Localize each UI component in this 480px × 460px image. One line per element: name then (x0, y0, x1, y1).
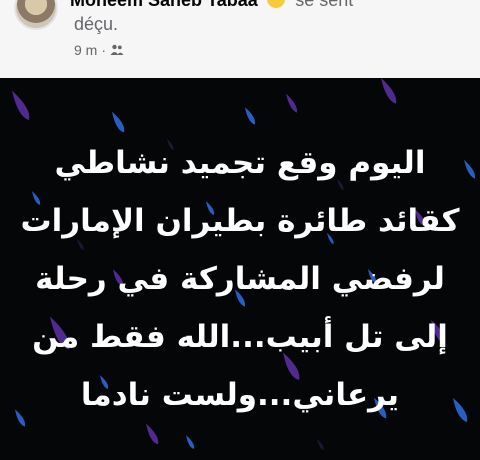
feeling-value: déçu. (74, 14, 119, 34)
text-line: إلى تل أبيب...الله فقط من (32, 319, 448, 355)
feeling-text: se sent (295, 0, 354, 10)
disappointed-face-icon (267, 0, 286, 8)
text-line: لرفضي المشاركة في رحلة (35, 261, 445, 297)
post-timestamp[interactable]: 9 m (74, 42, 97, 58)
author-name[interactable]: Moneem Saheb Tabaa (70, 0, 258, 10)
post-header: Moneem Saheb Tabaa se sent déçu. 9 m · (0, 0, 480, 78)
post-meta: 9 m · (74, 42, 124, 58)
text-line: اليوم وقع تجميد نشاطي (54, 145, 426, 181)
friends-icon[interactable] (110, 44, 124, 56)
author-avatar[interactable] (14, 0, 58, 30)
text-line: كقائد طائرة بطيران الإمارات (20, 203, 460, 239)
post-image[interactable]: اليوم وقع تجميد نشاطي كقائد طائرة بطيران… (0, 78, 480, 460)
text-line: يرعاني...ولست نادما (80, 377, 400, 413)
post-image-text: اليوم وقع تجميد نشاطي كقائد طائرة بطيران… (20, 134, 460, 424)
author-line: Moneem Saheb Tabaa se sent (70, 0, 353, 12)
meta-separator: · (101, 42, 107, 58)
